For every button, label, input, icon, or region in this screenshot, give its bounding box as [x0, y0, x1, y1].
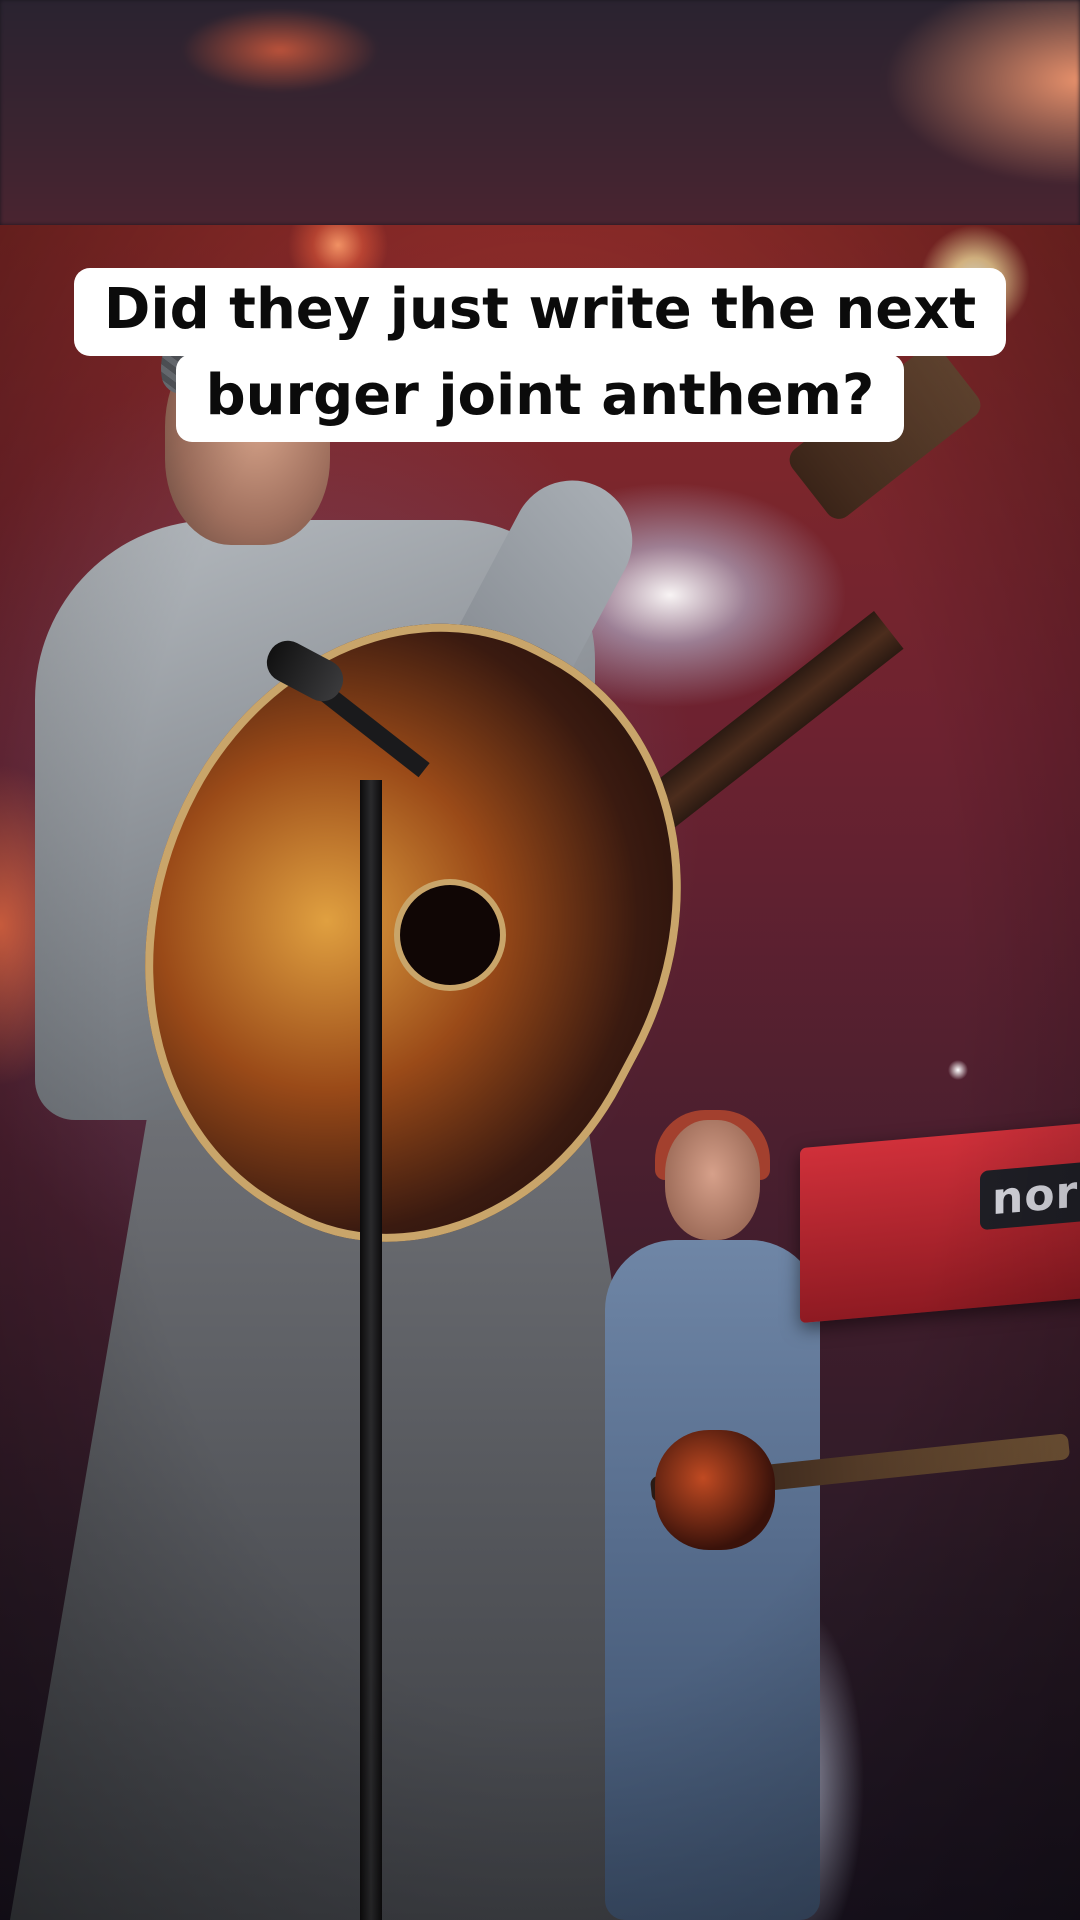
acoustic-guitar-soundhole	[400, 885, 500, 985]
caption-overlay: Did they just write the next burger join…	[0, 268, 1080, 442]
keyboard-logo-text: nord	[992, 1163, 1080, 1226]
video-frame: nord Did they just write the next burger…	[0, 0, 1080, 1920]
caption-line-1: Did they just write the next	[73, 268, 1007, 356]
second-musician-body	[605, 1240, 820, 1920]
mic-stand	[360, 780, 382, 1920]
second-musician-head	[665, 1120, 760, 1240]
keyboard-logo-badge: nord	[980, 1158, 1080, 1231]
caption-line-2: burger joint anthem?	[175, 354, 905, 442]
blurred-top-band	[0, 0, 1080, 225]
electric-guitar-body	[655, 1430, 775, 1550]
